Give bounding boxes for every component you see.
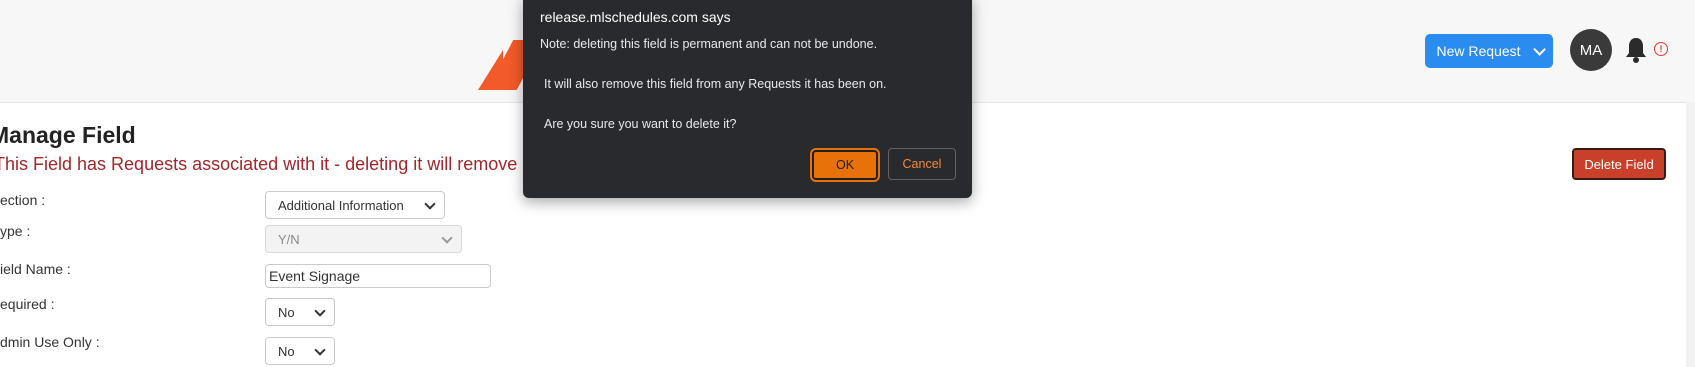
brand-logo-accent: [478, 50, 503, 90]
type-select[interactable]: Y/N: [265, 225, 462, 253]
delete-field-button[interactable]: Delete Field: [1572, 148, 1666, 180]
type-label: ype :: [0, 223, 31, 239]
new-request-label: New Request: [1436, 43, 1521, 59]
chevron-down-icon: [424, 198, 436, 210]
required-select-value: No: [278, 304, 295, 320]
chevron-down-icon: [314, 305, 326, 317]
required-select[interactable]: No: [265, 298, 335, 326]
avatar-initials: MA: [1579, 41, 1603, 59]
dialog-cancel-button[interactable]: Cancel: [888, 148, 956, 180]
page-title: Manage Field: [0, 122, 136, 148]
dialog-ok-button[interactable]: OK: [810, 148, 880, 182]
new-request-button[interactable]: New Request: [1425, 34, 1553, 68]
dialog-message-line-3: Are you sure you want to delete it?: [544, 117, 737, 131]
dialog-message-line-1: Note: deleting this field is permanent a…: [540, 37, 878, 51]
admin-only-select[interactable]: No: [265, 337, 335, 365]
alert-icon[interactable]: !: [1654, 42, 1668, 56]
chevron-down-icon: [441, 232, 453, 244]
field-name-value: Event Signage: [269, 268, 361, 284]
required-label: equired :: [0, 296, 55, 312]
admin-only-select-value: No: [278, 343, 295, 359]
chevron-down-icon: [314, 344, 326, 356]
dialog-message-line-2: It will also remove this field from any …: [544, 77, 887, 91]
section-select-value: Additional Information: [278, 197, 404, 213]
warning-message: This Field has Requests associated with …: [0, 154, 518, 174]
dialog-title: release.mlschedules.com says: [540, 9, 731, 25]
avatar[interactable]: MA: [1570, 29, 1612, 71]
type-select-value: Y/N: [278, 231, 300, 247]
scroll-gutter: [1686, 102, 1695, 367]
field-name-label: ield Name :: [0, 261, 71, 277]
section-label: ection :: [0, 192, 46, 208]
chevron-down-icon: [1532, 42, 1546, 56]
bell-icon-svg: [1626, 38, 1646, 63]
admin-only-label: dmin Use Only :: [0, 334, 100, 350]
field-name-input[interactable]: Event Signage: [265, 264, 491, 288]
confirm-dialog: release.mlschedules.com says Note: delet…: [523, 0, 972, 198]
section-select[interactable]: Additional Information: [265, 191, 445, 219]
bell-icon[interactable]: [1624, 36, 1648, 64]
page: t New Request MA ! Manage Field This Fie…: [0, 0, 1695, 367]
